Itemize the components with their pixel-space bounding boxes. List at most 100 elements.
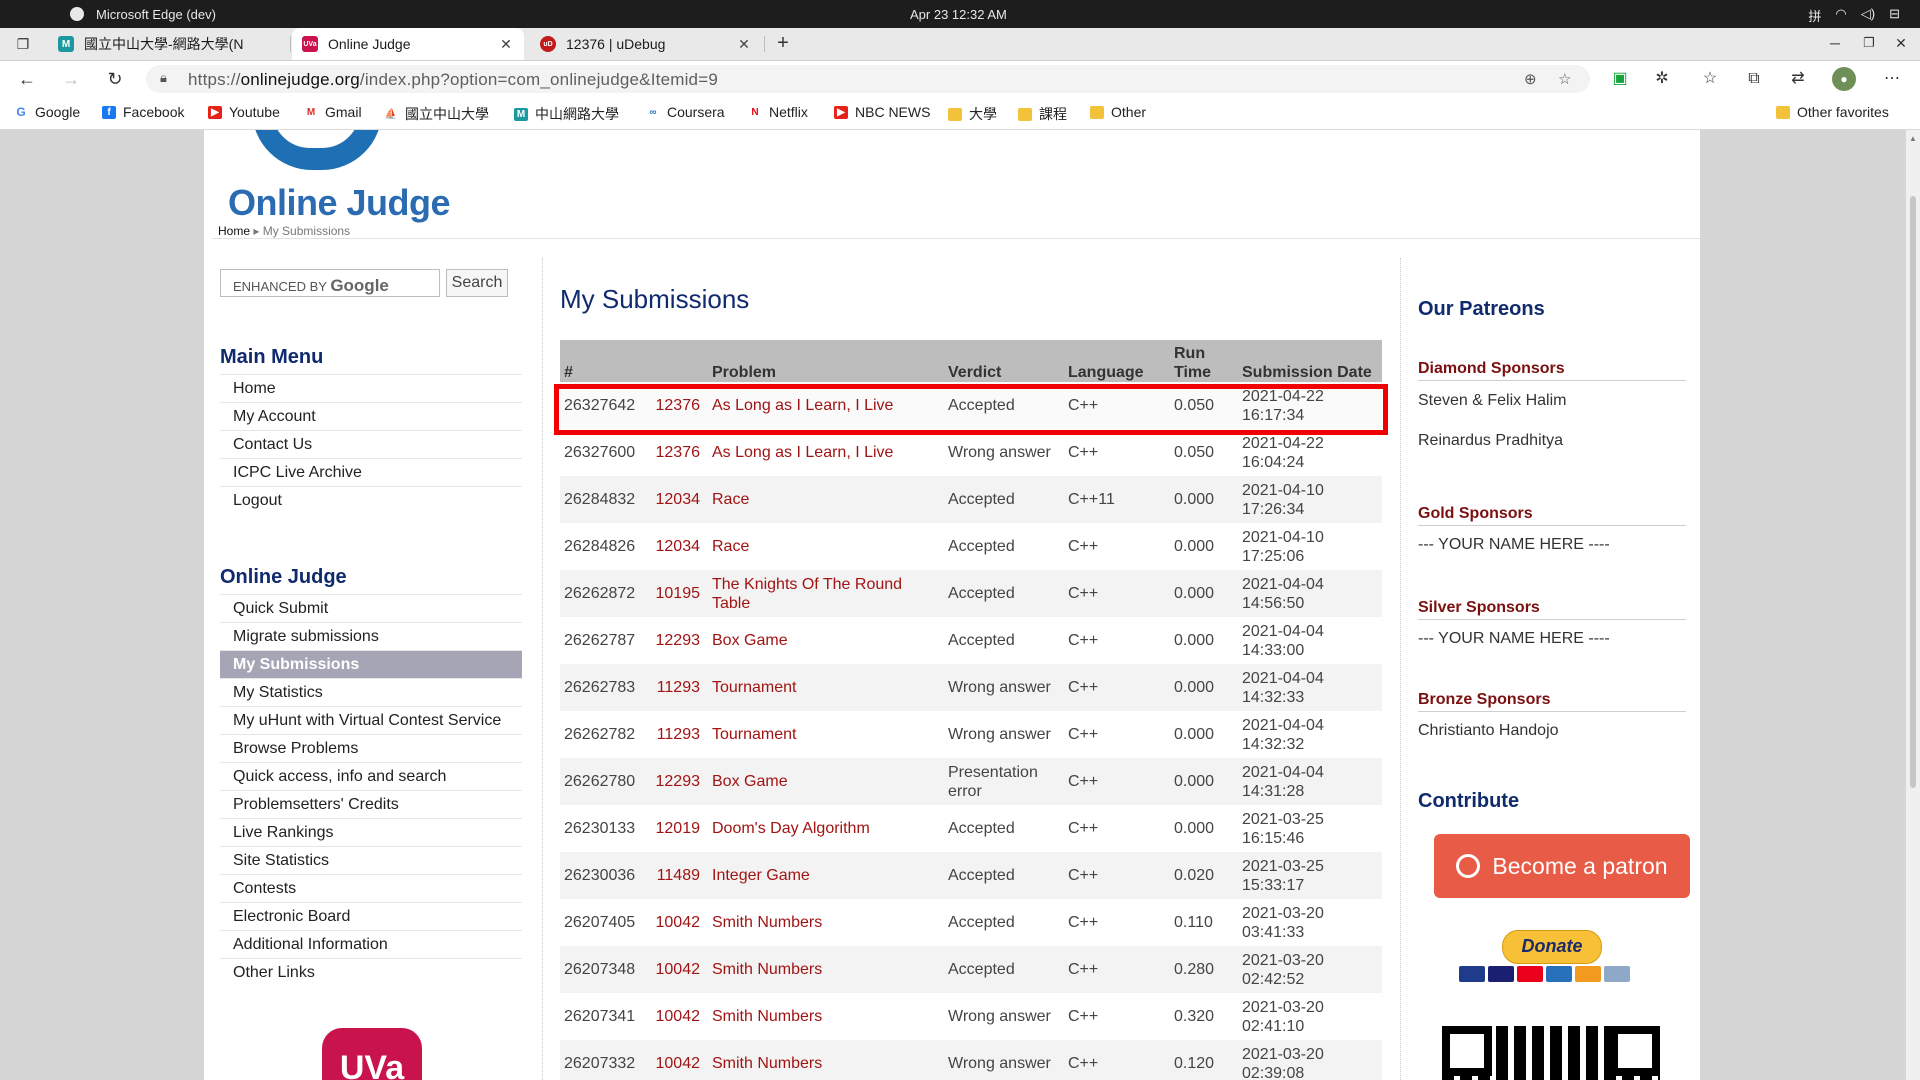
fav-youtube[interactable]: ▶ Youtube: [208, 104, 280, 120]
fav-coursera[interactable]: ∞ Coursera: [646, 104, 725, 120]
problem-id-link[interactable]: 12034: [648, 523, 708, 570]
problem-title-link[interactable]: As Long as I Learn, I Live: [708, 429, 944, 476]
problem-title-link[interactable]: Smith Numbers: [708, 899, 944, 946]
problem-title-link[interactable]: Box Game: [708, 617, 944, 664]
problem-id-link[interactable]: 12034: [648, 476, 708, 523]
problem-title-link[interactable]: As Long as I Learn, I Live: [708, 382, 944, 429]
page-scrollbar[interactable]: ▲: [1906, 130, 1920, 1080]
fav-other-favorites[interactable]: Other favorites: [1776, 104, 1889, 120]
extension-line-icon[interactable]: ▣: [1608, 67, 1632, 91]
problem-id-link[interactable]: 11489: [648, 852, 708, 899]
problem-id-link[interactable]: 11293: [648, 711, 708, 758]
menu-item[interactable]: My Statistics: [220, 678, 522, 706]
clock[interactable]: Apr 23 12:32 AM: [910, 7, 1007, 22]
control-center-icon[interactable]: ⊟: [1889, 6, 1900, 25]
problem-id-link[interactable]: 10042: [648, 993, 708, 1040]
scroll-up-icon[interactable]: ▲: [1909, 134, 1917, 143]
fav-nbc-news[interactable]: ▶ NBC NEWS: [834, 104, 930, 120]
menu-item[interactable]: Live Rankings: [220, 818, 522, 846]
problem-id-link[interactable]: 10195: [648, 570, 708, 617]
menu-item[interactable]: Home: [220, 374, 522, 402]
menu-item[interactable]: My Account: [220, 402, 522, 430]
problem-title-link[interactable]: Race: [708, 523, 944, 570]
problem-id-link[interactable]: 12293: [648, 617, 708, 664]
donate-button[interactable]: Donate: [1502, 930, 1602, 964]
fav-folder-university[interactable]: 大學: [948, 104, 997, 124]
menu-item[interactable]: Site Statistics: [220, 846, 522, 874]
wifi-icon[interactable]: ◠: [1835, 6, 1846, 25]
site-search-input[interactable]: ENHANCED BY Google: [220, 269, 440, 297]
favorites-icon[interactable]: ☆: [1698, 67, 1722, 91]
tab-nsysu-cyber[interactable]: M 國立中山大學-網路大學(N: [48, 28, 288, 60]
problem-id-link[interactable]: 12376: [648, 382, 708, 429]
search-button[interactable]: Search: [446, 269, 508, 297]
menu-item[interactable]: Logout: [220, 486, 522, 514]
share-icon[interactable]: ⇄: [1786, 67, 1810, 91]
fav-folder-courses[interactable]: 課程: [1018, 104, 1067, 124]
extensions-icon[interactable]: ✲: [1650, 67, 1674, 91]
fav-nsysu-cyber[interactable]: M 中山網路大學: [514, 104, 619, 124]
problem-title-link[interactable]: Race: [708, 476, 944, 523]
fav-nsysu[interactable]: ⛵ 國立中山大學: [384, 104, 489, 124]
fav-gmail[interactable]: M Gmail: [304, 104, 362, 120]
scrollbar-thumb[interactable]: [1910, 196, 1916, 788]
become-patron-button[interactable]: Become a patron: [1434, 834, 1690, 898]
problem-title-link[interactable]: Smith Numbers: [708, 993, 944, 1040]
menu-item[interactable]: Migrate submissions: [220, 622, 522, 650]
problem-id-link[interactable]: 10042: [648, 1040, 708, 1080]
refresh-icon[interactable]: ↻: [102, 67, 128, 91]
volume-icon[interactable]: ◁): [1861, 6, 1875, 25]
problem-title-link[interactable]: Tournament: [708, 664, 944, 711]
problem-id-link[interactable]: 10042: [648, 899, 708, 946]
menu-item[interactable]: Quick Submit: [220, 594, 522, 622]
active-app-name[interactable]: Microsoft Edge (dev): [96, 7, 216, 22]
new-tab-icon[interactable]: +: [770, 31, 796, 55]
menu-item[interactable]: Browse Problems: [220, 734, 522, 762]
back-icon[interactable]: ←: [14, 67, 40, 91]
fav-google[interactable]: G Google: [14, 104, 80, 120]
more-options-icon[interactable]: ⋯: [1880, 67, 1904, 91]
problem-title-link[interactable]: Doom's Day Algorithm: [708, 805, 944, 852]
profile-avatar[interactable]: ●: [1832, 67, 1856, 91]
address-bar[interactable]: 🔒︎ https://onlinejudge.org/index.php?opt…: [146, 65, 1590, 93]
menu-item[interactable]: My uHunt with Virtual Contest Service: [220, 706, 522, 734]
uva-badge[interactable]: UVa: [322, 1028, 422, 1080]
problem-id-link[interactable]: 12019: [648, 805, 708, 852]
problem-id-link[interactable]: 12376: [648, 429, 708, 476]
online-judge-logo-mark[interactable]: [252, 130, 382, 170]
menu-item[interactable]: Other Links: [220, 958, 522, 986]
problem-title-link[interactable]: The Knights Of The Round Table: [708, 570, 944, 617]
close-tab-icon[interactable]: ✕: [498, 36, 514, 53]
input-method-indicator[interactable]: 拼: [1808, 6, 1821, 25]
restore-icon[interactable]: ❐: [1856, 31, 1882, 55]
fav-facebook[interactable]: f Facebook: [102, 104, 184, 120]
menu-item[interactable]: Additional Information: [220, 930, 522, 958]
lock-icon[interactable]: 🔒︎: [160, 70, 167, 86]
problem-id-link[interactable]: 12293: [648, 758, 708, 805]
close-window-icon[interactable]: ✕: [1888, 31, 1914, 55]
problem-title-link[interactable]: Smith Numbers: [708, 946, 944, 993]
site-logo[interactable]: Online Judge: [228, 182, 451, 224]
menu-item[interactable]: Quick access, info and search: [220, 762, 522, 790]
add-favorite-icon[interactable]: ☆: [1558, 70, 1571, 88]
close-tab-icon[interactable]: ✕: [736, 36, 752, 53]
problem-title-link[interactable]: Tournament: [708, 711, 944, 758]
collections-icon[interactable]: ⧉: [1742, 67, 1766, 91]
problem-title-link[interactable]: Integer Game: [708, 852, 944, 899]
breadcrumb-home[interactable]: Home: [218, 224, 250, 238]
menu-item[interactable]: Contact Us: [220, 430, 522, 458]
menu-item[interactable]: Electronic Board: [220, 902, 522, 930]
problem-id-link[interactable]: 10042: [648, 946, 708, 993]
tab-online-judge[interactable]: UVa Online Judge ✕: [292, 28, 524, 60]
problem-title-link[interactable]: Smith Numbers: [708, 1040, 944, 1080]
problem-title-link[interactable]: Box Game: [708, 758, 944, 805]
fav-netflix[interactable]: N Netflix: [748, 104, 808, 120]
minimize-icon[interactable]: ─: [1822, 31, 1848, 55]
problem-id-link[interactable]: 11293: [648, 664, 708, 711]
tab-actions-icon[interactable]: ❐: [10, 32, 36, 56]
menu-item[interactable]: My Submissions: [220, 650, 522, 678]
fav-folder-other[interactable]: Other: [1090, 104, 1146, 120]
menu-item[interactable]: Contests: [220, 874, 522, 902]
menu-item[interactable]: ICPC Live Archive: [220, 458, 522, 486]
url-text[interactable]: https://onlinejudge.org/index.php?option…: [188, 70, 718, 90]
